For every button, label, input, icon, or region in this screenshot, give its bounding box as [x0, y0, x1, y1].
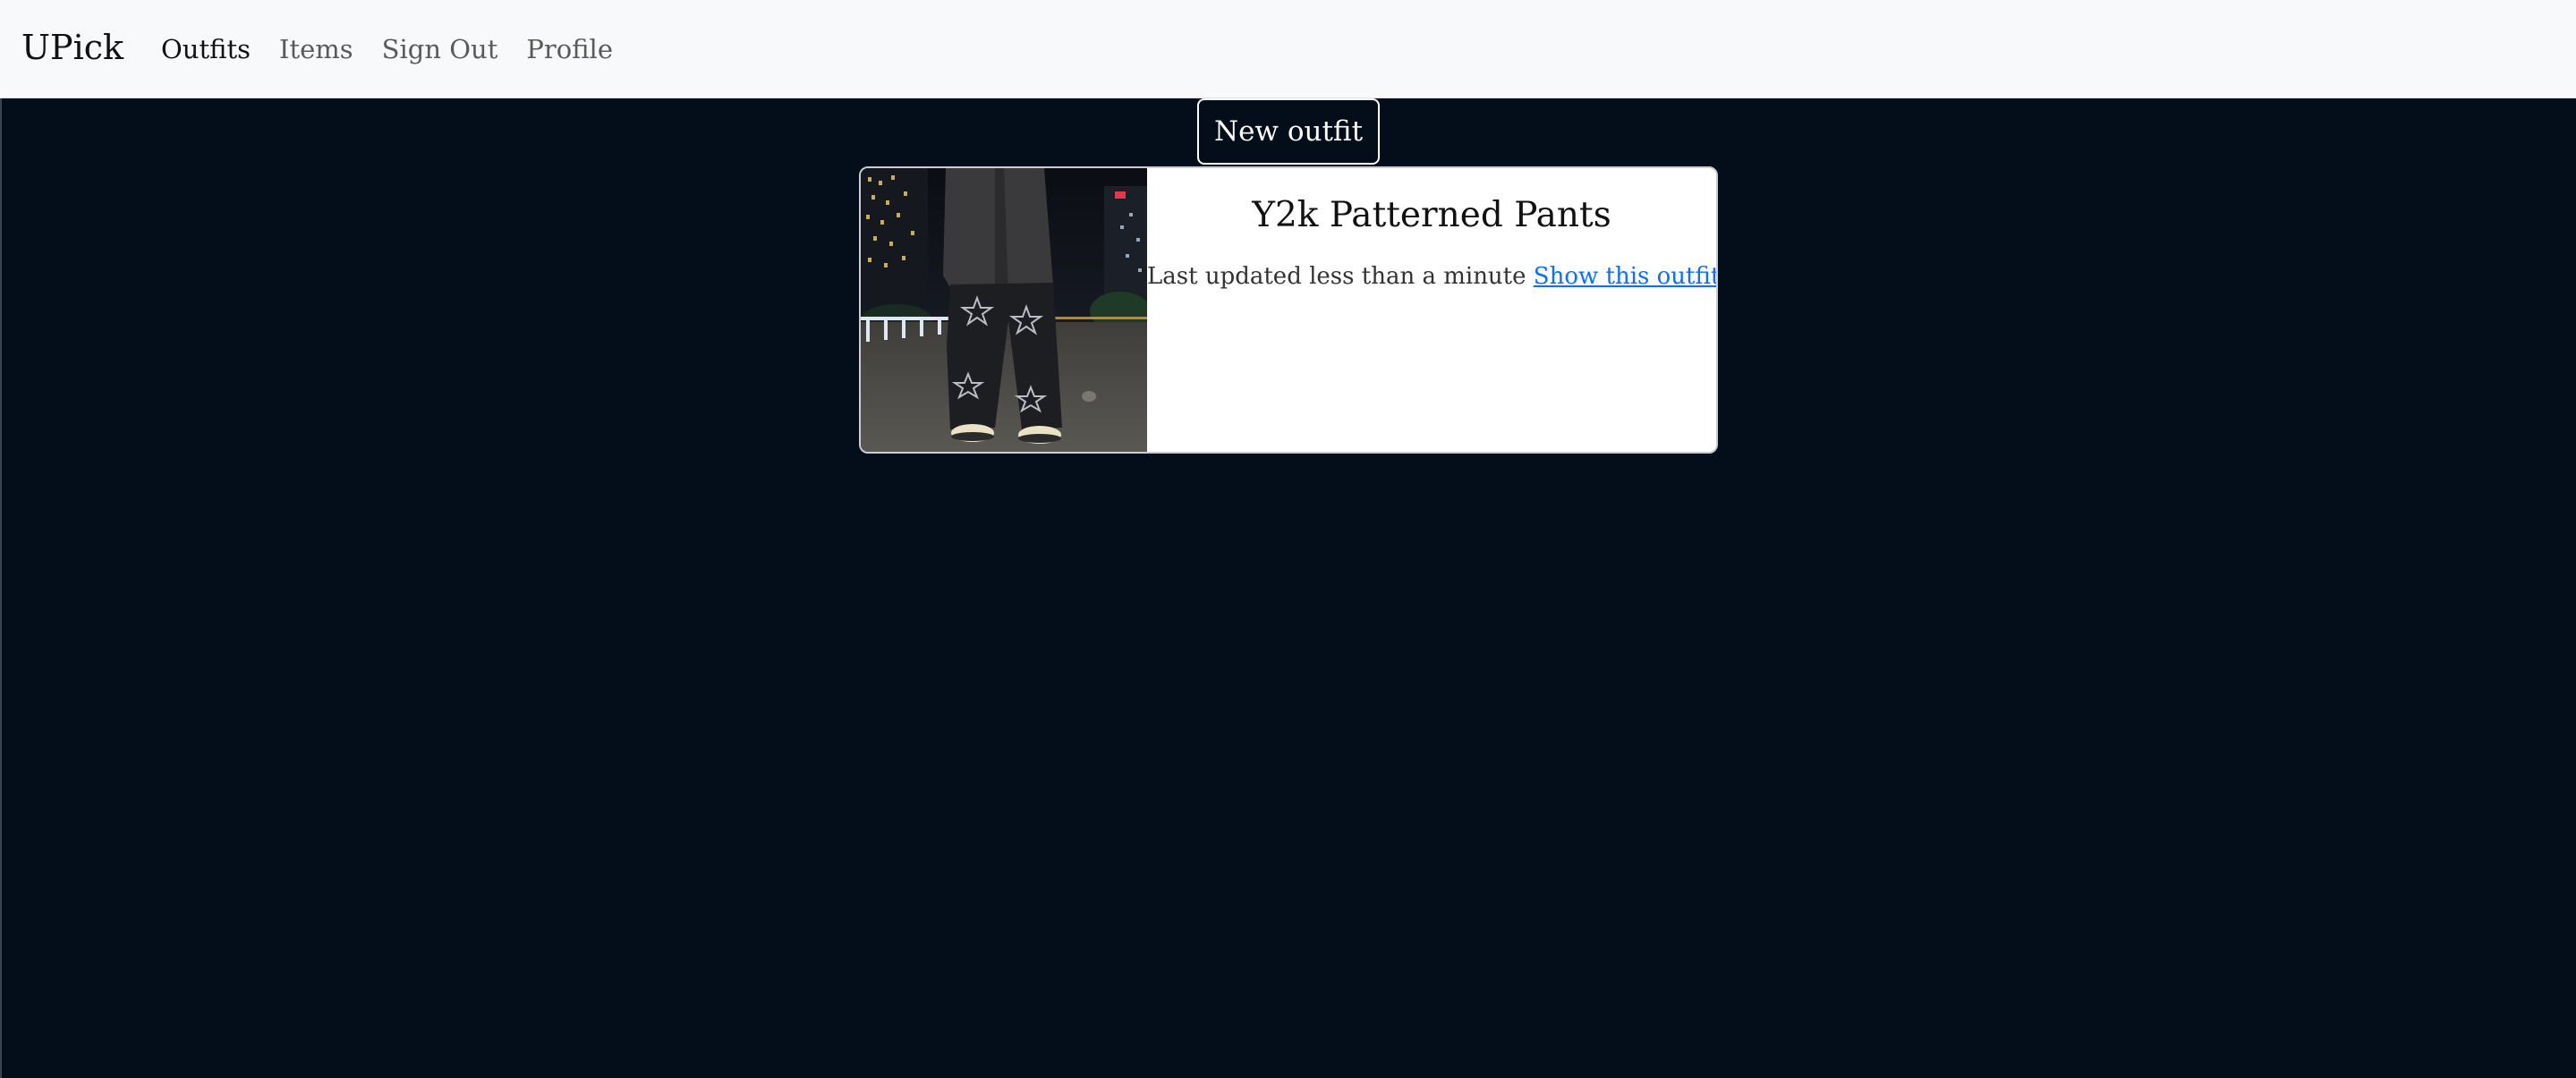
brand-logo[interactable]: UPick: [21, 0, 123, 98]
outfit-card-body: Y2k Patterned Pants Last updated less th…: [1147, 168, 1716, 452]
nav-link-outfits[interactable]: Outfits: [161, 34, 251, 64]
outfit-card: Y2k Patterned Pants Last updated less th…: [859, 166, 1718, 454]
nav-link-sign-out[interactable]: Sign Out: [382, 34, 498, 64]
new-outfit-button[interactable]: New outfit: [1197, 98, 1380, 165]
outfit-updated-text: Last updated less than a minute: [1147, 263, 1526, 290]
nav-link-items[interactable]: Items: [279, 34, 353, 64]
navbar: UPick Outfits Items Sign Out Profile: [0, 0, 2576, 98]
show-outfit-link[interactable]: Show this outfit: [1534, 263, 1716, 290]
nav-link-profile[interactable]: Profile: [526, 34, 613, 64]
page-border: [0, 98, 2, 1078]
outfit-title: Y2k Patterned Pants: [1252, 195, 1611, 235]
nav-links: Outfits Items Sign Out Profile: [161, 0, 613, 98]
outfit-image[interactable]: [861, 168, 1147, 452]
outfit-meta: Last updated less than a minute Show thi…: [1147, 263, 1716, 290]
